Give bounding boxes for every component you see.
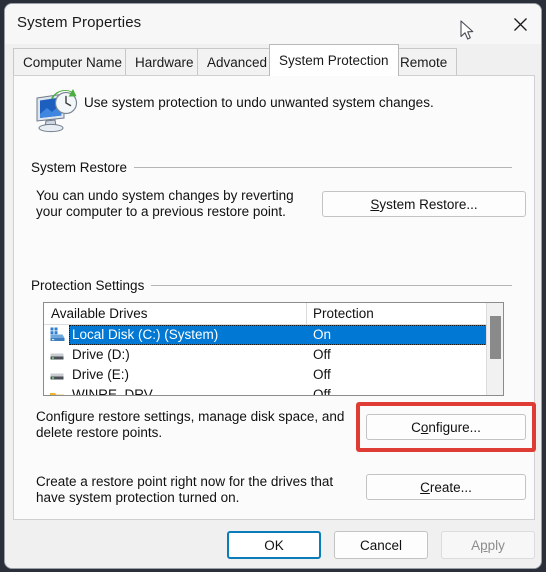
column-header-available-drives[interactable]: Available Drives — [51, 306, 148, 321]
close-button[interactable] — [497, 4, 541, 44]
drive-name: WINRE_DRV — [72, 387, 153, 396]
title-bar: System Properties — [5, 4, 541, 44]
table-row[interactable]: Local Disk (C:) (System) On — [44, 325, 487, 345]
system-restore-button[interactable]: System Restore... — [322, 191, 526, 217]
window-title: System Properties — [17, 14, 142, 31]
button-accelerator: o — [420, 419, 429, 435]
button-label-prefix: C — [411, 419, 421, 435]
group-label-protection-settings: Protection Settings — [31, 278, 152, 293]
create-description-line2: have system protection turned on. — [36, 490, 240, 505]
tab-system-protection[interactable]: System Protection — [269, 44, 399, 76]
scrollbar-thumb[interactable] — [490, 316, 501, 359]
drive-name: Drive (D:) — [72, 347, 130, 362]
create-description: Create a restore point right now for the… — [36, 474, 333, 506]
system-restore-description: You can undo system changes by reverting… — [36, 188, 294, 220]
button-accelerator: S — [370, 196, 380, 212]
system-restore-description-line2: your computer to a previous restore poin… — [36, 204, 286, 219]
system-restore-description-line1: You can undo system changes by reverting — [36, 188, 294, 203]
configure-button[interactable]: Co nfigure... — [366, 414, 526, 440]
drive-name: Drive (E:) — [72, 367, 129, 382]
page-description: Use system protection to undo unwanted s… — [84, 95, 434, 110]
button-label-prefix: A — [471, 537, 481, 553]
tab-page-system-protection: Use system protection to undo unwanted s… — [13, 75, 536, 520]
configure-description: Configure restore settings, manage disk … — [36, 409, 344, 441]
drive-name: Local Disk (C:) (System) — [72, 327, 219, 342]
system-properties-window: System Properties Computer Name Hardware… — [4, 3, 542, 569]
tab-label: Remote — [400, 55, 448, 70]
tab-label: Computer Name — [23, 55, 123, 70]
apply-button: Ap ply — [441, 531, 535, 559]
tab-label: Advanced — [207, 55, 268, 70]
configure-description-line1: Configure restore settings, manage disk … — [36, 409, 345, 424]
button-label-suffix: reate... — [429, 479, 472, 495]
tab-computer-name[interactable]: Computer Name — [13, 48, 133, 76]
group-rule-protection-settings — [147, 285, 512, 286]
group-label-system-restore: System Restore — [31, 160, 135, 175]
row-highlight: Drive (E:) Off — [69, 365, 487, 385]
ok-button[interactable]: OK — [227, 531, 321, 559]
recovery-drive-icon — [48, 387, 66, 395]
row-highlight: WINRE_DRV Off — [69, 385, 487, 396]
create-description-line1: Create a restore point right now for the… — [36, 474, 334, 489]
hard-drive-icon — [48, 347, 66, 363]
create-button[interactable]: Create... — [366, 474, 526, 500]
tab-remote[interactable]: Remote — [390, 48, 458, 76]
system-drive-icon — [48, 327, 66, 343]
mouse-pointer-icon — [460, 20, 476, 42]
button-accelerator: C — [420, 479, 430, 495]
cancel-button[interactable]: Cancel — [334, 531, 428, 559]
group-rule-system-restore — [132, 167, 512, 168]
list-scrollbar[interactable] — [486, 303, 503, 395]
table-row[interactable]: WINRE_DRV Off — [44, 385, 487, 396]
table-row[interactable]: Drive (E:) Off — [44, 365, 487, 385]
row-highlight: Local Disk (C:) (System) On — [69, 325, 487, 345]
drive-rows: Local Disk (C:) (System) On Drive (D:) O… — [44, 325, 487, 396]
hard-drive-icon — [48, 367, 66, 383]
close-icon — [513, 17, 528, 32]
column-header-protection[interactable]: Protection — [313, 306, 374, 321]
button-label-suffix: nfigure... — [428, 419, 481, 435]
tab-strip: Computer Name Hardware Advanced System P… — [5, 44, 541, 76]
system-protection-icon — [31, 88, 79, 134]
row-highlight: Drive (D:) Off — [69, 345, 487, 365]
dialog-footer: OK Cancel Ap ply — [5, 520, 541, 568]
tab-label: Hardware — [135, 55, 194, 70]
column-divider[interactable] — [306, 303, 307, 325]
drive-protection: On — [313, 327, 332, 342]
tab-label: System Protection — [279, 53, 389, 68]
table-row[interactable]: Drive (D:) Off — [44, 345, 487, 365]
button-accelerator: p — [480, 537, 488, 553]
drive-protection: Off — [313, 367, 331, 382]
drive-protection: Off — [313, 347, 331, 362]
available-drives-list[interactable]: Available Drives Protection Local Disk (… — [43, 302, 504, 396]
tab-hardware[interactable]: Hardware — [125, 48, 204, 76]
drive-protection: Off — [313, 387, 331, 396]
list-header: Available Drives Protection — [44, 303, 503, 325]
configure-description-line2: delete restore points. — [36, 425, 163, 440]
button-label: Cancel — [359, 537, 403, 553]
button-label-suffix: ply — [487, 537, 505, 553]
button-label: OK — [264, 537, 284, 553]
button-label-suffix: ystem Restore... — [379, 196, 478, 212]
tab-advanced[interactable]: Advanced — [197, 48, 278, 76]
